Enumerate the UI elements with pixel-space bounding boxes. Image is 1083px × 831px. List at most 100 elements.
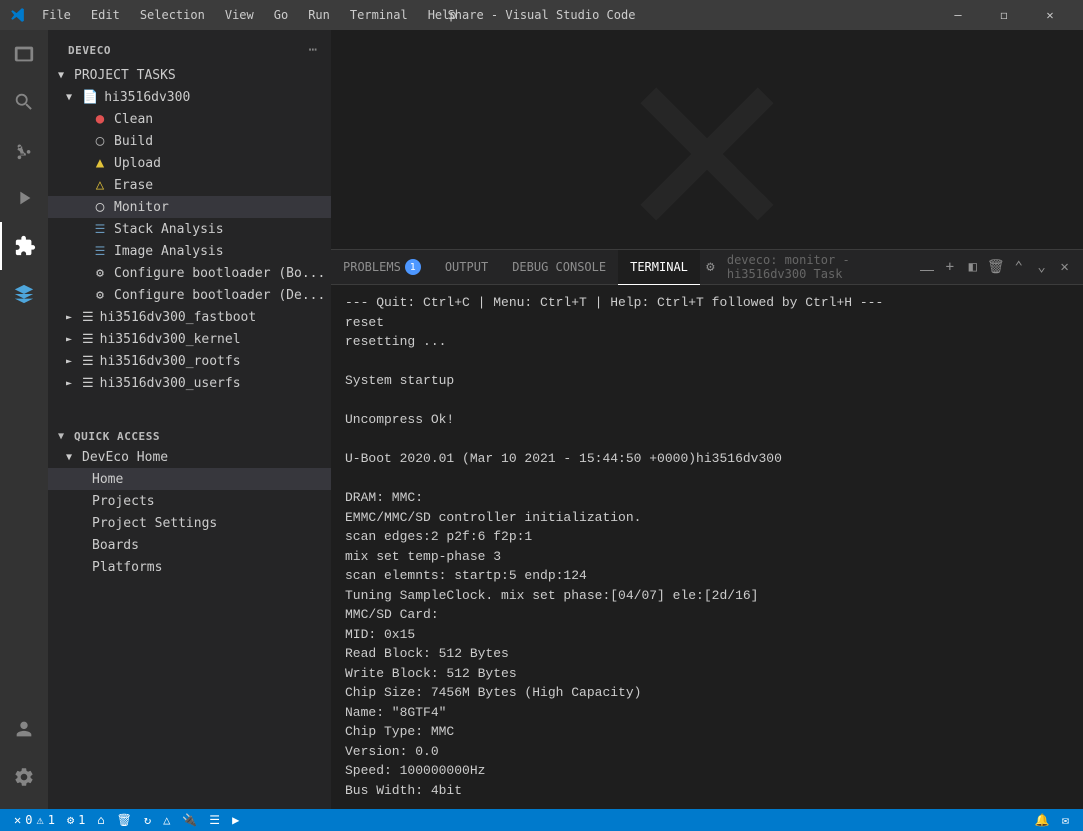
terminal-title: deveco: monitor - hi3516dv300 Task	[727, 253, 911, 281]
menu-run[interactable]: Run	[300, 6, 338, 24]
editor-area: ✕ PROBLEMS 1 OUTPUT DEBUG CONSOLE TERMIN…	[331, 30, 1083, 809]
vscode-logo-icon	[10, 7, 26, 23]
tab-output-label: OUTPUT	[445, 260, 488, 274]
activity-explorer-icon[interactable]	[0, 30, 48, 78]
menu-view[interactable]: View	[217, 6, 262, 24]
task-configure-bootloader-bo[interactable]: ⚙ Configure bootloader (Bo...	[48, 262, 331, 284]
task-configure-bootloader-de[interactable]: ⚙ Configure bootloader (De...	[48, 284, 331, 306]
spinner-icon: ⚙	[67, 813, 74, 827]
maximize-button[interactable]: ◻	[981, 0, 1027, 30]
configure-de-icon: ⚙	[92, 288, 108, 303]
activity-extensions-icon[interactable]	[0, 222, 48, 270]
project-arrow-icon: ▼	[66, 92, 78, 103]
task-clean[interactable]: ● Clean	[48, 108, 331, 130]
tab-problems[interactable]: PROBLEMS 1	[331, 250, 433, 285]
fastboot-icon: ☰	[82, 310, 94, 325]
panel-tabs: PROBLEMS 1 OUTPUT DEBUG CONSOLE TERMINAL…	[331, 250, 1083, 285]
activity-run-icon[interactable]	[0, 174, 48, 222]
activity-account-icon[interactable]	[0, 705, 48, 753]
terminal-add-icon[interactable]: +	[939, 253, 960, 281]
status-plug[interactable]: 🔌	[176, 809, 203, 831]
activity-deveco-icon[interactable]	[0, 270, 48, 318]
project-tasks-arrow-icon: ▼	[58, 70, 70, 81]
refresh-icon: ↻	[144, 813, 151, 827]
panel-close-icon[interactable]: ✕	[1054, 253, 1075, 281]
panel-expand-icon[interactable]: ⌄	[1031, 253, 1052, 281]
plug-icon: 🔌	[182, 813, 197, 827]
task-build[interactable]: ◯ Build	[48, 130, 331, 152]
activity-bar-bottom	[0, 705, 48, 809]
status-home[interactable]: ⌂	[91, 809, 110, 831]
image-analysis-icon: ☰	[92, 244, 108, 258]
status-notifications[interactable]: 🔔	[1029, 809, 1056, 831]
sub-project-fastboot[interactable]: ► ☰ hi3516dv300_fastboot	[48, 306, 331, 328]
terminal-signal-icon[interactable]: ⎼	[916, 253, 937, 281]
quick-link-home[interactable]: Home	[48, 468, 331, 490]
mail-icon: ✉	[1062, 813, 1069, 827]
status-mail[interactable]: ✉	[1056, 809, 1075, 831]
status-spinner[interactable]: ⚙ 1	[61, 809, 91, 831]
configure-bo-icon: ⚙	[92, 266, 108, 281]
terminal-trash-icon[interactable]: 🗑	[985, 253, 1006, 281]
upload-icon: ▲	[92, 155, 108, 171]
sidebar-more-icon[interactable]: ⋯	[307, 40, 319, 60]
rootfs-label: hi3516dv300_rootfs	[100, 354, 241, 369]
project-tasks-section[interactable]: ▼ PROJECT TASKS	[48, 65, 331, 86]
sidebar-header-actions: ⋯	[307, 40, 319, 60]
panel-collapse-icon[interactable]: ⌃	[1008, 253, 1029, 281]
quick-link-boards[interactable]: Boards	[48, 534, 331, 556]
minimize-button[interactable]: —	[935, 0, 981, 30]
menu-file[interactable]: File	[34, 6, 79, 24]
quick-link-project-settings[interactable]: Project Settings	[48, 512, 331, 534]
project-node[interactable]: ▼ 📄 hi3516dv300	[48, 86, 331, 108]
tab-terminal[interactable]: TERMINAL	[618, 250, 700, 285]
task-erase[interactable]: △ Erase	[48, 174, 331, 196]
kernel-label: hi3516dv300_kernel	[100, 332, 241, 347]
status-bar: ✕ 0 ⚠ 1 ⚙ 1 ⌂ 🗑 ↻ △ 🔌 ☰ ▶ 🔔 ✉	[0, 809, 1083, 831]
menu-edit[interactable]: Edit	[83, 6, 128, 24]
status-play[interactable]: ▶	[226, 809, 245, 831]
menu-selection[interactable]: Selection	[132, 6, 213, 24]
task-image-analysis[interactable]: ☰ Image Analysis	[48, 240, 331, 262]
rootfs-icon: ☰	[82, 354, 94, 369]
status-menu[interactable]: ☰	[203, 809, 226, 831]
sub-project-kernel[interactable]: ► ☰ hi3516dv300_kernel	[48, 328, 331, 350]
task-stack-analysis[interactable]: ☰ Stack Analysis	[48, 218, 331, 240]
status-warning-icon: △	[163, 813, 170, 827]
task-upload[interactable]: ▲ Upload	[48, 152, 331, 174]
rootfs-arrow-icon: ►	[66, 356, 78, 367]
activity-source-control-icon[interactable]	[0, 126, 48, 174]
activity-search-icon[interactable]	[0, 78, 48, 126]
tab-output[interactable]: OUTPUT	[433, 250, 500, 285]
warning-icon: ⚠	[36, 813, 43, 827]
build-icon: ◯	[92, 133, 108, 149]
quick-link-projects[interactable]: Projects	[48, 490, 331, 512]
quick-link-platforms[interactable]: Platforms	[48, 556, 331, 578]
sub-project-rootfs[interactable]: ► ☰ hi3516dv300_rootfs	[48, 350, 331, 372]
close-button[interactable]: ✕	[1027, 0, 1073, 30]
sub-project-userfs[interactable]: ► ☰ hi3516dv300_userfs	[48, 372, 331, 394]
project-name-label: hi3516dv300	[104, 90, 190, 105]
status-warning[interactable]: △	[157, 809, 176, 831]
status-refresh[interactable]: ↻	[138, 809, 157, 831]
clean-icon: ●	[92, 111, 108, 127]
terminal-gear-icon[interactable]: ⚙	[700, 253, 721, 281]
sidebar: DEVECO ⋯ ▼ PROJECT TASKS ▼ 📄 hi3516dv300…	[48, 30, 331, 809]
error-icon: ✕	[14, 813, 21, 827]
activity-settings-icon[interactable]	[0, 753, 48, 801]
status-trash[interactable]: 🗑	[111, 809, 138, 831]
terminal-content[interactable]: --- Quit: Ctrl+C | Menu: Ctrl+T | Help: …	[331, 285, 1083, 809]
status-errors[interactable]: ✕ 0 ⚠ 1	[8, 809, 61, 831]
task-stack-analysis-label: Stack Analysis	[114, 222, 224, 237]
deveco-home-group[interactable]: ▼ DevEco Home	[48, 446, 331, 468]
task-configure-bo-label: Configure bootloader (Bo...	[114, 266, 325, 281]
tab-debug-console[interactable]: DEBUG CONSOLE	[500, 250, 618, 285]
quick-access-section[interactable]: ▼ QUICK ACCESS	[48, 424, 331, 446]
kernel-icon: ☰	[82, 332, 94, 347]
quick-link-home-label: Home	[92, 472, 123, 487]
menu-go[interactable]: Go	[266, 6, 296, 24]
terminal-split-icon[interactable]: ◧	[962, 253, 983, 281]
status-bar-right: 🔔 ✉	[1029, 809, 1075, 831]
menu-terminal[interactable]: Terminal	[342, 6, 416, 24]
task-monitor[interactable]: ◯ Monitor	[48, 196, 331, 218]
